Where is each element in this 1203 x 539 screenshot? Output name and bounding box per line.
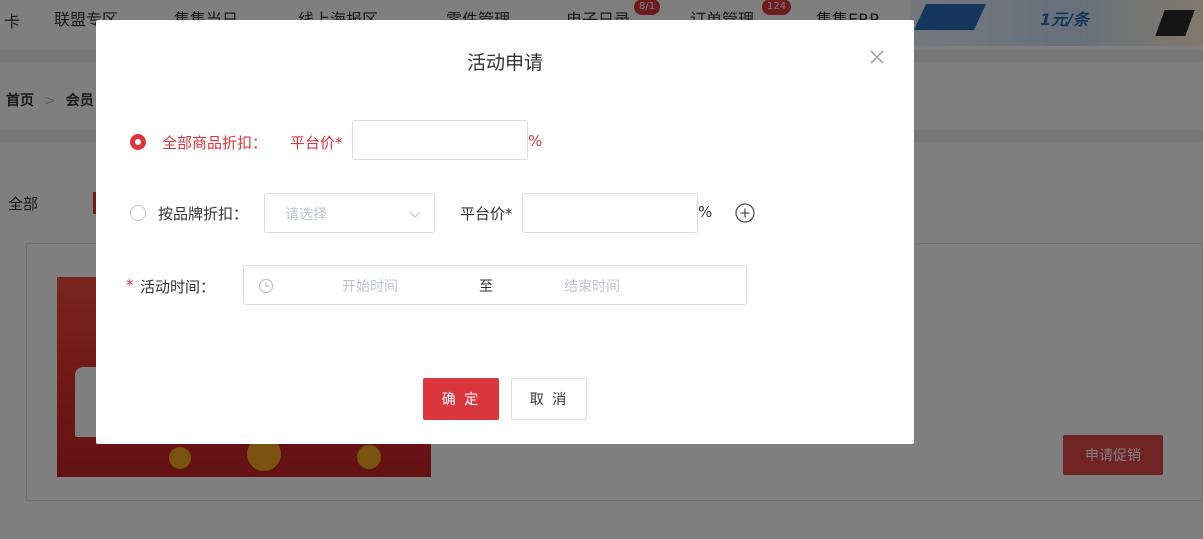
add-brand-icon[interactable]	[734, 202, 756, 224]
radio-all-products[interactable]	[130, 134, 146, 150]
brand-select-placeholder: 请选择	[285, 207, 327, 223]
activity-apply-dialog: 活动申请 全部商品折扣： 平台价* % 按品牌折扣： 请选择 平台价* % * …	[96, 20, 914, 444]
brand-discount-label: 按品牌折扣：	[158, 205, 249, 223]
brand-select[interactable]: 请选择	[264, 193, 435, 233]
required-mark: *	[126, 276, 134, 294]
date-separator: 至	[479, 279, 493, 295]
brand-price-input[interactable]	[522, 193, 698, 233]
all-products-price-input[interactable]	[352, 120, 528, 160]
percent-unit: %	[528, 132, 543, 150]
cancel-button[interactable]: 取 消	[511, 378, 587, 420]
clock-icon	[258, 278, 274, 294]
radio-brand[interactable]	[130, 205, 146, 221]
all-products-label: 全部商品折扣：	[162, 134, 268, 152]
dialog-title: 活动申请	[466, 52, 543, 74]
end-time-input[interactable]: 结束时间	[564, 276, 620, 296]
platform-price-label: 平台价*	[290, 134, 343, 152]
activity-time-label: 活动时间：	[140, 278, 216, 296]
activity-date-range[interactable]: 开始时间 至 结束时间	[243, 265, 747, 305]
close-icon[interactable]	[868, 48, 886, 66]
confirm-button[interactable]: 确 定	[423, 378, 499, 420]
brand-percent-unit: %	[698, 203, 713, 221]
start-time-input[interactable]: 开始时间	[342, 276, 398, 296]
chevron-down-icon	[409, 211, 421, 218]
brand-platform-price-label: 平台价*	[460, 205, 513, 223]
